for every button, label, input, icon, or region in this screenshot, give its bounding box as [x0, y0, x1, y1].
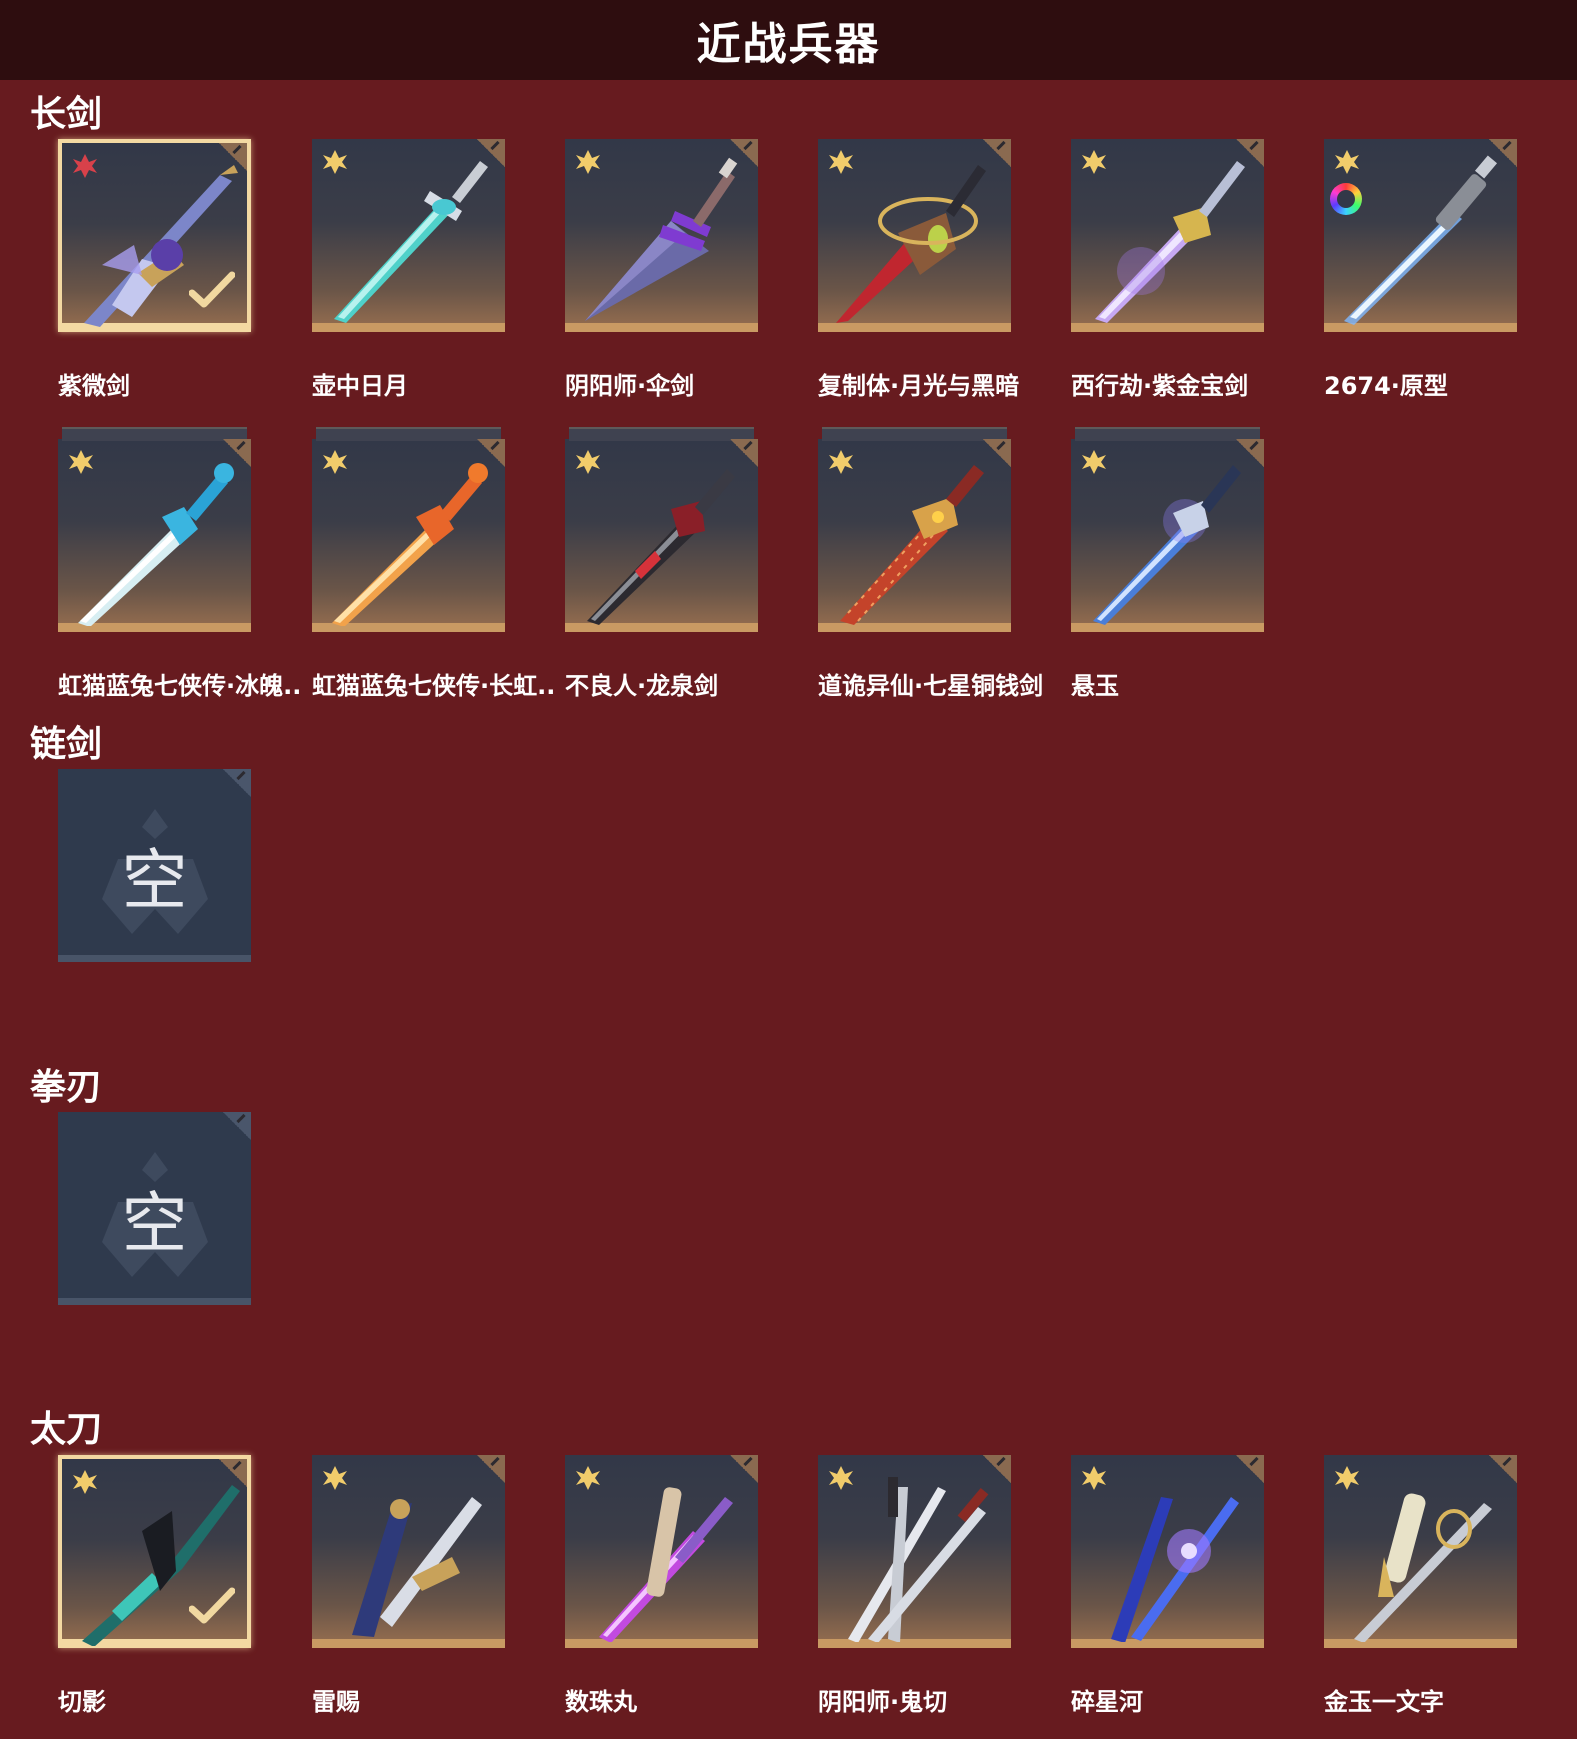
empty-label: 空 [121, 842, 188, 919]
weapon-card-leici[interactable] [312, 1455, 505, 1648]
weapon-image [1093, 465, 1241, 625]
weapon-card-qixingtongqianjian[interactable] [818, 427, 1011, 632]
weapon-label: 西行劫·紫金宝剑 [1071, 372, 1249, 400]
weapon-label: 切影 [58, 1688, 106, 1716]
weapon-label: 不良人·龙泉剑 [565, 672, 719, 700]
weapon-card-yinyangshi-sanjian[interactable] [565, 139, 758, 332]
corner-tag-icon [223, 1112, 251, 1140]
empty-slot-fistblade[interactable]: 空 [58, 1112, 251, 1305]
weapon-label: 壶中日月 [312, 372, 408, 400]
weapon-card-jinyuyiwenzi[interactable] [1324, 1455, 1517, 1648]
weapon-label: 数珠丸 [565, 1688, 637, 1716]
weapon-card-suixinghe[interactable] [1071, 1455, 1264, 1648]
weapon-image [1354, 1493, 1492, 1642]
corner-tag-icon [223, 769, 251, 797]
checkmark-icon [189, 1587, 235, 1624]
empty-slot-chainsword[interactable]: 空 [58, 769, 251, 962]
weapon-card-xuanyu[interactable] [1071, 427, 1264, 632]
weapon-image [352, 1497, 482, 1637]
header-bar: 近战兵器 [0, 0, 1577, 80]
weapon-card-huzhongriyue[interactable] [312, 139, 505, 332]
weapon-label: 2674·原型 [1324, 372, 1448, 400]
weapon-card-fuzhiti[interactable] [818, 139, 1011, 332]
weapon-card-shuzhuwan[interactable] [565, 1455, 758, 1648]
empty-label: 空 [121, 1185, 188, 1262]
weapon-label: 紫微剑 [58, 372, 130, 400]
weapon-image [587, 469, 735, 625]
checkmark-icon [189, 271, 235, 308]
weapon-card-2674-yuanxing[interactable] [1324, 139, 1517, 332]
weapon-label: 道诡异仙·七星铜钱剑 [818, 672, 1044, 700]
weapon-label: 碎星河 [1071, 1688, 1143, 1716]
weapon-image [585, 157, 738, 321]
weapon-card-qieying[interactable] [58, 1455, 251, 1648]
weapon-card-bingpo[interactable] [58, 427, 251, 632]
weapon-image [848, 1477, 989, 1642]
weapon-card-ziweijian[interactable] [58, 139, 251, 332]
weapon-image [1111, 1497, 1239, 1642]
weapon-label: 雷赐 [312, 1688, 360, 1716]
weapon-image [332, 463, 488, 626]
weapon-image [840, 465, 984, 625]
weapon-card-changhong[interactable] [312, 427, 505, 632]
section-title-chainsword: 链剑 [30, 724, 103, 765]
weapon-image [78, 463, 234, 626]
weapon-label: 阴阳师·伞剑 [565, 372, 695, 400]
section-title-longsword: 长剑 [30, 94, 103, 135]
page-title: 近战兵器 [696, 19, 881, 70]
weapon-label: 金玉一文字 [1324, 1688, 1444, 1716]
weapon-label: 悬玉 [1071, 672, 1119, 700]
weapon-label: 阴阳师·鬼切 [818, 1688, 948, 1716]
weapon-card-xixingjie[interactable] [1071, 139, 1264, 332]
weapon-card-longquanjian[interactable] [565, 427, 758, 632]
weapon-label: 复制体·月光与黑暗 [818, 372, 1020, 400]
weapon-image [1095, 161, 1245, 323]
weapon-label: 虹猫蓝兔七侠传·长虹.. [312, 672, 556, 700]
weapon-image [334, 161, 488, 323]
weapon-image [1344, 155, 1498, 325]
weapon-label: 虹猫蓝兔七侠传·冰魄.. [58, 672, 302, 700]
weapon-image [836, 165, 986, 323]
weapon-image [599, 1487, 733, 1642]
weapon-card-guiqie[interactable] [818, 1455, 1011, 1648]
section-title-fistblade: 拳刃 [30, 1067, 103, 1108]
section-title-katana: 太刀 [30, 1409, 103, 1450]
